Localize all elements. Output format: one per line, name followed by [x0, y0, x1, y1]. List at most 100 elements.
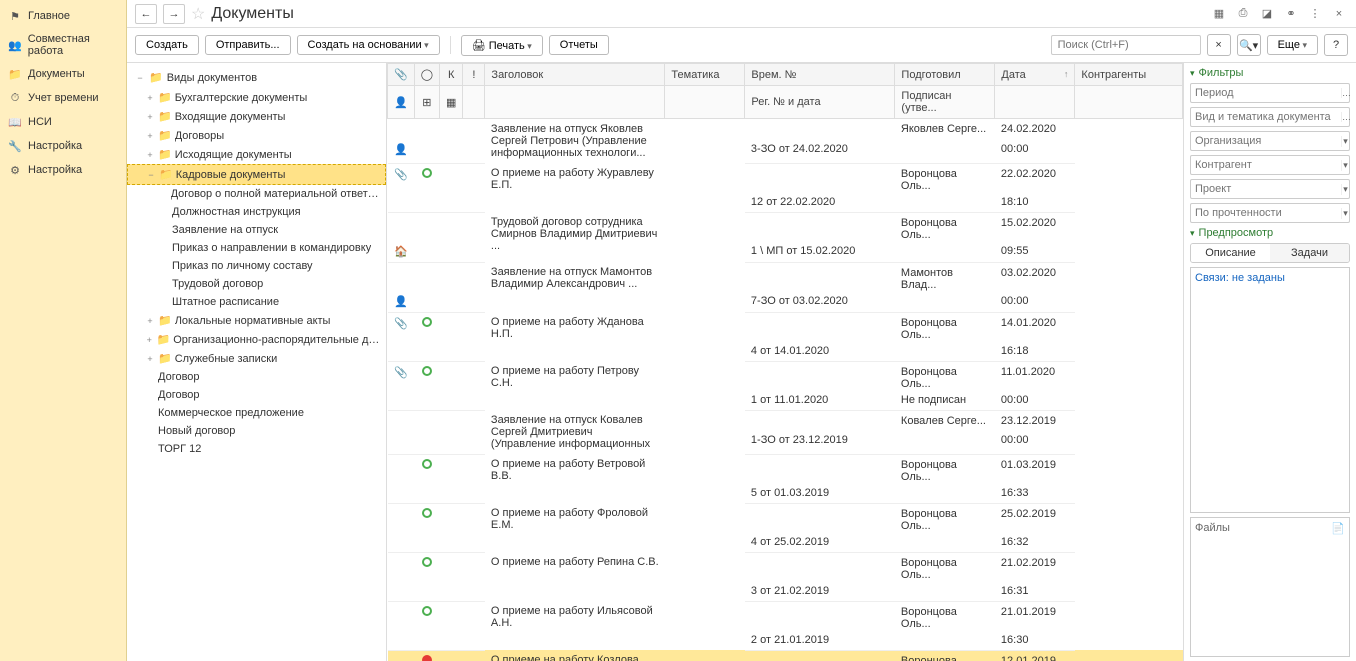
sidebar-item[interactable]: ⚑Главное: [0, 4, 126, 28]
col-attachment[interactable]: 📎: [388, 64, 415, 86]
create-button[interactable]: Создать: [135, 35, 199, 55]
close-icon[interactable]: ×: [1330, 5, 1348, 23]
tree-node[interactable]: Новый договор: [127, 422, 386, 440]
save-icon[interactable]: ▦: [1210, 5, 1228, 23]
search-button[interactable]: 🔍▾: [1237, 34, 1261, 56]
table-row[interactable]: О приеме на работу Ильясовой А.Н.Воронцо…: [388, 601, 1183, 634]
tree-node[interactable]: Договор: [127, 386, 386, 404]
tab-tasks[interactable]: Задачи: [1270, 244, 1349, 262]
sidebar-item[interactable]: 🔧Настройка: [0, 134, 126, 158]
tree-node[interactable]: Приказ о направлении в командировку: [127, 239, 386, 257]
col-tree[interactable]: ⊞: [414, 86, 439, 119]
tree-toggle-icon[interactable]: +: [145, 354, 155, 364]
contragent-field[interactable]: ▾: [1190, 155, 1350, 175]
table-row[interactable]: О приеме на работу Ветровой В.В.Воронцов…: [388, 454, 1183, 487]
tree-toggle-icon[interactable]: +: [145, 150, 155, 160]
reports-button[interactable]: Отчеты: [549, 35, 609, 55]
cell-time: 16:32: [995, 536, 1075, 553]
tree-node[interactable]: Трудовой договор: [127, 275, 386, 293]
col-author[interactable]: Подготовил: [895, 64, 995, 86]
tree-toggle-icon[interactable]: +: [145, 316, 155, 326]
preview-title[interactable]: Предпросмотр: [1190, 227, 1350, 239]
status-green-icon: [422, 459, 432, 469]
tree-node[interactable]: ТОРГ 12: [127, 440, 386, 458]
tree-node[interactable]: Приказ по личному составу: [127, 257, 386, 275]
sidebar-item[interactable]: ⚙Настройка: [0, 158, 126, 182]
table-row[interactable]: О приеме на работу Козлова И.Н.Воронцова…: [388, 650, 1183, 661]
tree-node[interactable]: +📁Служебные записки: [127, 349, 386, 368]
tree-node[interactable]: +📁Бухгалтерские документы: [127, 88, 386, 107]
cell-date: 12.01.2019: [995, 650, 1075, 661]
col-regnum[interactable]: Рег. № и дата: [745, 86, 895, 119]
create-based-button[interactable]: Создать на основании: [297, 35, 440, 55]
send-button[interactable]: Отправить...: [205, 35, 291, 55]
cell-time: 18:10: [995, 196, 1075, 213]
filters-title[interactable]: Фильтры: [1190, 67, 1350, 79]
bookmark-icon[interactable]: ◪: [1258, 5, 1276, 23]
col-num[interactable]: Врем. №: [745, 64, 895, 86]
tree-node-label: Договор о полной материальной ответствен…: [171, 188, 382, 200]
col-topic[interactable]: Тематика: [665, 64, 745, 86]
sidebar-item[interactable]: 📖НСИ: [0, 110, 126, 134]
org-field[interactable]: ▾: [1190, 131, 1350, 151]
tree-node[interactable]: −📁Кадровые документы: [127, 164, 386, 185]
col-person[interactable]: 👤: [388, 86, 415, 119]
search-input[interactable]: [1051, 35, 1201, 55]
tree-node[interactable]: +📁Исходящие документы: [127, 145, 386, 164]
tree-toggle-icon[interactable]: +: [145, 93, 155, 103]
table-row[interactable]: О приеме на работу Репина С.В.Воронцова …: [388, 552, 1183, 585]
tree-root[interactable]: − 📁 Виды документов: [127, 67, 386, 88]
tree-toggle-icon[interactable]: +: [145, 131, 155, 141]
tree-node[interactable]: Должностная инструкция: [127, 203, 386, 221]
table-row[interactable]: О приеме на работу Фроловой Е.М.Воронцов…: [388, 503, 1183, 536]
col-grid[interactable]: ▦: [440, 86, 463, 119]
table-row[interactable]: 📎О приеме на работу Журавлеву Е.П.Воронц…: [388, 163, 1183, 196]
col-flag[interactable]: !: [463, 64, 485, 86]
col-k[interactable]: К: [440, 64, 463, 86]
doctype-field[interactable]: …: [1190, 107, 1350, 127]
table-row[interactable]: 📎О приеме на работу Жданова Н.П.Воронцов…: [388, 312, 1183, 345]
search-clear-button[interactable]: ×: [1207, 34, 1231, 56]
tree-node[interactable]: Договор о полной материальной ответствен…: [127, 185, 386, 203]
tree-node[interactable]: Коммерческое предложение: [127, 404, 386, 422]
table-row[interactable]: Заявление на отпуск Мамонтов Владимир Ал…: [388, 262, 1183, 295]
tree-node[interactable]: Заявление на отпуск: [127, 221, 386, 239]
col-title[interactable]: Заголовок: [485, 64, 665, 86]
print-header-icon[interactable]: ⎙: [1234, 5, 1252, 23]
help-button[interactable]: ?: [1324, 34, 1348, 56]
tree-node[interactable]: +📁Локальные нормативные акты: [127, 311, 386, 330]
tree-node[interactable]: +📁Входящие документы: [127, 107, 386, 126]
more-icon[interactable]: ⋮: [1306, 5, 1324, 23]
project-field[interactable]: ▾: [1190, 179, 1350, 199]
tree-node[interactable]: Договор: [127, 368, 386, 386]
cell-regnum: 1 от 11.01.2020: [745, 394, 895, 411]
table-row[interactable]: 📎О приеме на работу Петрову С.Н.Воронцов…: [388, 361, 1183, 394]
col-signed[interactable]: Подписан (утве...: [895, 86, 995, 119]
col-status[interactable]: ◯: [414, 64, 439, 86]
sidebar-item[interactable]: 📁Документы: [0, 62, 126, 86]
period-field[interactable]: …: [1190, 83, 1350, 103]
tree-node[interactable]: Штатное расписание: [127, 293, 386, 311]
favorite-star-icon[interactable]: ☆: [191, 4, 205, 24]
read-field[interactable]: ▾: [1190, 203, 1350, 223]
nav-forward-button[interactable]: →: [163, 4, 185, 24]
more-button[interactable]: Еще: [1267, 35, 1318, 55]
link-icon[interactable]: ⚭: [1282, 5, 1300, 23]
tree-toggle-icon[interactable]: +: [145, 112, 155, 122]
table-row[interactable]: Заявление на отпуск Ковалев Сергей Дмитр…: [388, 410, 1183, 434]
col-date[interactable]: Дата↑: [995, 64, 1075, 86]
tab-description[interactable]: Описание: [1191, 244, 1270, 262]
sidebar-item[interactable]: ⏱Учет времени: [0, 86, 126, 110]
nav-back-button[interactable]: ←: [135, 4, 157, 24]
files-box[interactable]: Файлы 📄: [1190, 517, 1350, 657]
tree-toggle-icon[interactable]: +: [145, 335, 154, 345]
table-row[interactable]: Заявление на отпуск Яковлев Сергей Петро…: [388, 119, 1183, 143]
sidebar-item[interactable]: 👥Совместная работа: [0, 28, 126, 62]
table-row[interactable]: Трудовой договор сотрудника Смирнов Влад…: [388, 212, 1183, 245]
attach-file-icon[interactable]: 📄: [1331, 522, 1345, 652]
tree-node[interactable]: +📁Организационно-распорядительные докуме…: [127, 330, 386, 349]
tree-toggle-icon[interactable]: −: [146, 170, 156, 180]
print-button[interactable]: 🖨 Печать: [461, 35, 543, 56]
col-contragents[interactable]: Контрагенты: [1075, 64, 1183, 86]
tree-node[interactable]: +📁Договоры: [127, 126, 386, 145]
